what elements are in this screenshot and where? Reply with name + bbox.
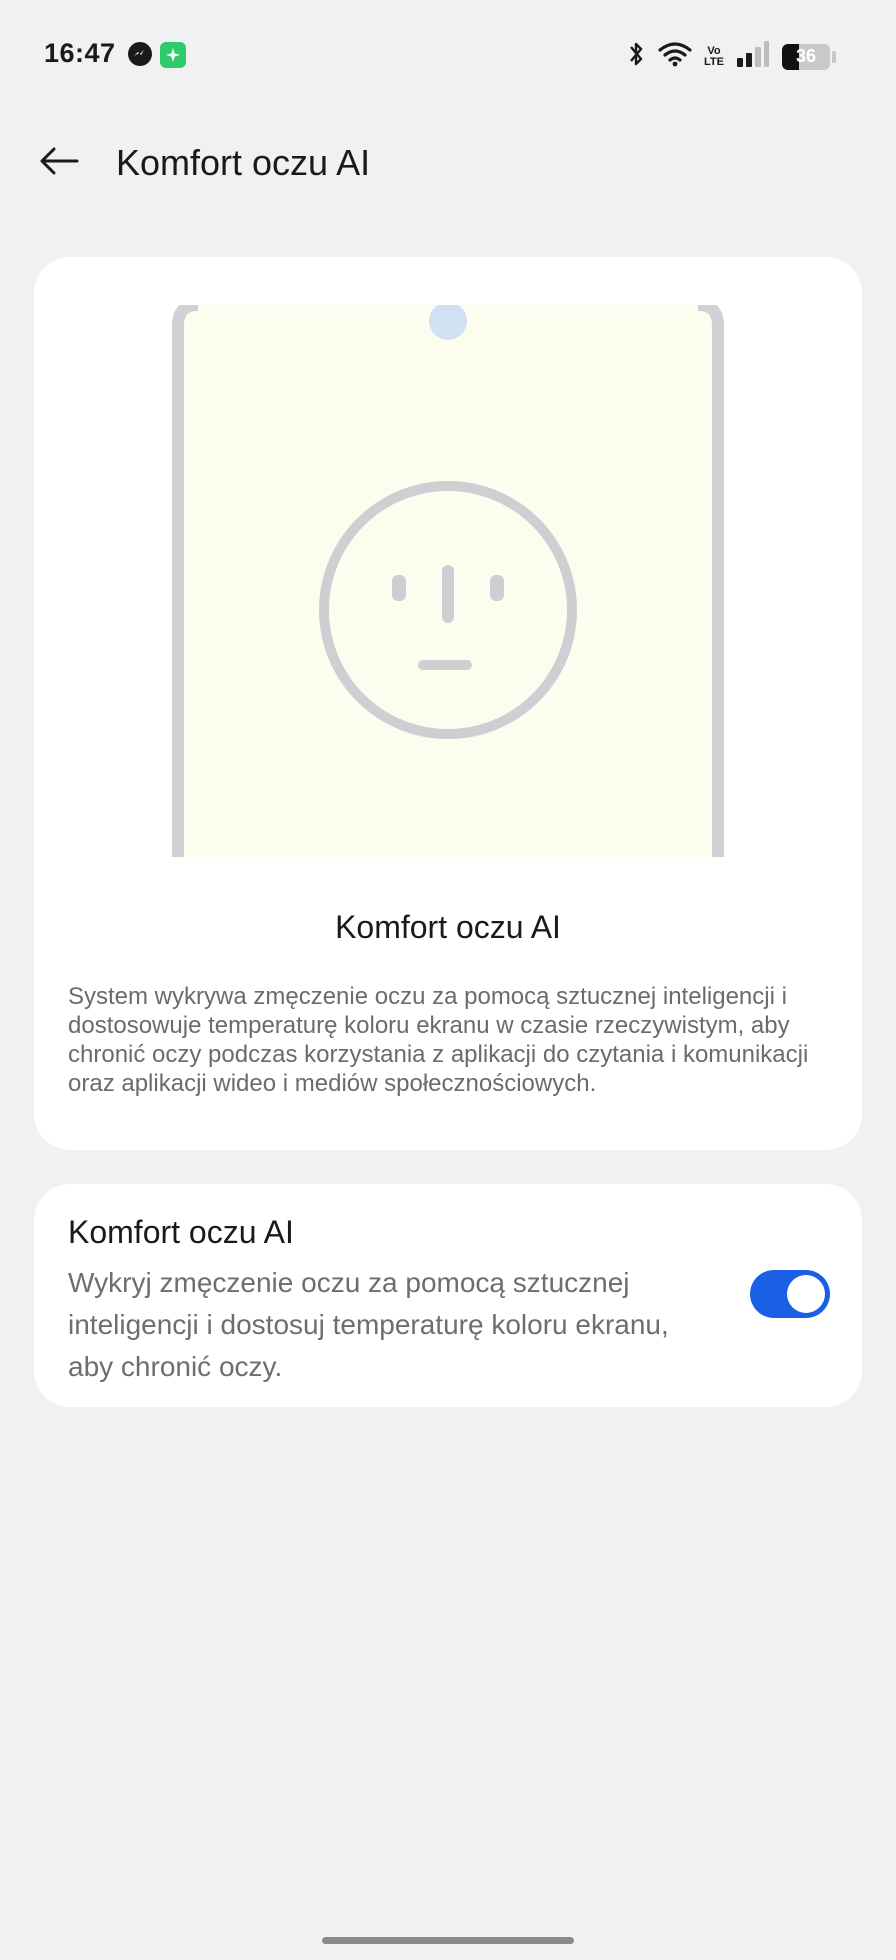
- eye-comfort-setting[interactable]: Komfort oczu AI Wykryj zmęczenie oczu za…: [34, 1184, 862, 1407]
- eye-comfort-toggle[interactable]: [750, 1270, 830, 1318]
- toggle-knob: [787, 1275, 825, 1313]
- home-indicator[interactable]: [322, 1937, 574, 1944]
- header: Komfort oczu AI: [0, 130, 896, 196]
- battery-nub: [832, 50, 836, 63]
- screen: 16:47 Vo LTE 36 Komfort oczu AI Komfort …: [0, 0, 896, 1960]
- status-time: 16:47: [44, 38, 116, 68]
- illustration-title: Komfort oczu AI: [335, 909, 561, 945]
- battery-icon: 36: [782, 43, 830, 70]
- notification-icons: [128, 42, 186, 68]
- status-bar: 16:47 Vo LTE 36: [0, 0, 896, 110]
- setting-description: Wykryj zmęczenie oczu za pomocą sztuczne…: [68, 1267, 669, 1382]
- bluetooth-icon: [626, 40, 646, 73]
- back-button[interactable]: [34, 140, 84, 186]
- spark-app-icon: [160, 42, 186, 68]
- phone-illustration: [172, 299, 724, 857]
- arrow-left-icon: [39, 146, 79, 181]
- volte-icon: Vo LTE: [704, 44, 724, 68]
- battery-level: 36: [795, 46, 817, 66]
- illustration-card: Komfort oczu AI System wykrywa zmęczenie…: [34, 257, 862, 1150]
- page-title: Komfort oczu AI: [116, 142, 371, 183]
- illustration-description: System wykrywa zmęczenie oczu za pomocą …: [68, 983, 809, 1097]
- messenger-icon: [128, 42, 152, 66]
- volte-label-bottom: LTE: [704, 55, 724, 68]
- system-icons: Vo LTE 36: [626, 40, 836, 73]
- setting-title: Komfort oczu AI: [68, 1214, 294, 1250]
- volte-label-top: Vo: [707, 44, 721, 57]
- wifi-icon: [658, 41, 692, 72]
- signal-icon: [736, 40, 770, 73]
